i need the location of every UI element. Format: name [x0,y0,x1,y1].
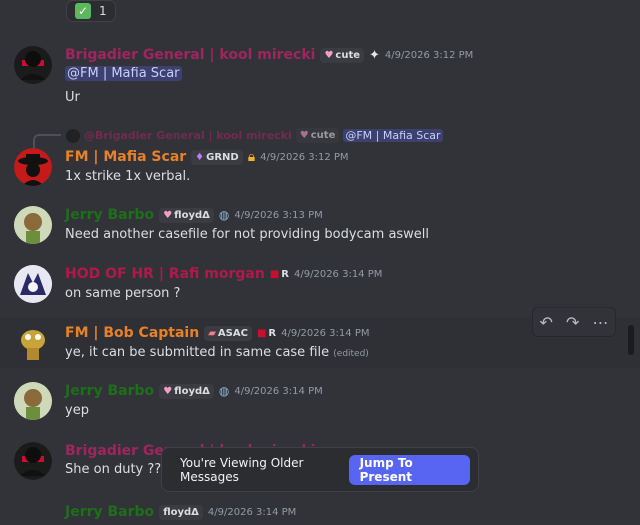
avatar[interactable] [14,324,52,362]
username[interactable]: FM | Mafia Scar [65,149,186,165]
message-header: HOD OF HR | Rafi morgan ■ R 4/9/2026 3:14… [65,266,382,282]
message-header: Jerry Barbo ♥ floydΔ ◍ 4/9/2026 3:14 PM [65,383,323,399]
username[interactable]: Jerry Barbo [65,504,154,520]
hr-badge[interactable]: ■ R [257,326,276,341]
username[interactable]: FM | Bob Captain [65,325,199,341]
pink-heart-icon: ♥ [163,209,173,221]
reply-avatar [66,128,80,143]
timestamp: 4/9/2026 3:12 PM [384,49,474,61]
hr-tag-icon: ■ [269,268,280,280]
message-toolbar: ↶ ↷ ⋯ [532,307,616,337]
message: Jerry Barbo floydΔ 4/9/2026 3:14 PM [0,504,640,525]
role-badge[interactable]: ♥ floydΔ [159,383,214,399]
more-icon[interactable]: ⋯ [592,313,608,332]
timestamp: 4/9/2026 3:14 PM [207,506,297,518]
lock-icon: 🔒︎ [247,149,256,165]
timestamp: 4/9/2026 3:14 PM [234,385,323,397]
message-content: She on duty ?? [65,462,162,477]
username[interactable]: Jerry Barbo [65,207,154,223]
message-header: Jerry Barbo floydΔ 4/9/2026 3:14 PM [65,504,296,520]
message-header: Jerry Barbo ♥ floydΔ ◍ 4/9/2026 3:13 PM [65,207,323,223]
timestamp: 4/9/2026 3:13 PM [234,209,323,221]
message-content: Need another casefile for not providing … [65,227,430,242]
message-content: yep [65,403,89,418]
timestamp: 4/9/2026 3:14 PM [281,327,370,339]
globe-icon: ◍ [218,208,230,222]
mention[interactable]: @FM | Mafia Scar [65,66,182,81]
timestamp: 4/9/2026 3:12 PM [260,151,349,163]
pink-heart-icon: ♥ [163,385,173,397]
role-badge[interactable]: ♥ cute [320,47,365,63]
message-header: Brigadier General | kool mirecki ♥ cute ✦… [65,47,473,63]
check-mark-icon: ✓ [75,3,91,19]
avatar[interactable] [14,148,52,186]
hr-tag-icon: ■ [256,327,267,339]
message-content: 1x strike 1x verbal. [65,169,191,184]
bandage-icon: ▰ [208,327,216,339]
reaction-row: ✓ 1 [66,0,116,22]
message: FM | Mafia Scar ♦ GRND 🔒︎ 4/9/2026 3:12 P… [0,142,640,192]
message-text: ye, it can be submitted in same case fil… [65,345,330,360]
forward-icon[interactable]: ↷ [566,313,579,332]
edited-label: (edited) [333,349,369,359]
reaction-count: 1 [99,4,107,18]
username[interactable]: Jerry Barbo [65,383,154,399]
avatar[interactable] [14,46,52,84]
reaction-check[interactable]: ✓ 1 [66,0,116,22]
avatar[interactable] [14,206,52,244]
globe-icon: ◍ [218,384,230,398]
message-content: on same person ? [65,286,181,301]
reply-icon[interactable]: ↶ [540,313,553,332]
avatar[interactable] [14,382,52,420]
reply-mention: @FM | Mafia Scar [343,129,443,142]
role-badge[interactable]: ▰ ASAC [204,325,252,341]
username[interactable]: Brigadier General | kool mirecki [65,47,315,63]
reply-badge: ♥ cute [295,128,340,143]
scrollbar[interactable] [628,325,634,355]
older-messages-bar: You're Viewing Older Messages Jump To Pr… [161,447,479,492]
reply-username: @Brigadier General | kool mirecki [84,129,292,142]
message: HOD OF HR | Rafi morgan ■ R 4/9/2026 3:14… [0,259,640,309]
pink-heart-icon: ♥ [324,49,334,61]
sparkle-icon: ✦ [369,47,380,63]
role-badge[interactable]: ♥ floydΔ [159,207,214,223]
message-content: @FM | Mafia Scar [65,66,182,81]
username[interactable]: HOD OF HR | Rafi morgan [65,266,265,282]
role-badge[interactable]: floydΔ [159,504,203,520]
reply-preview[interactable]: @Brigadier General | kool mirecki ♥ cute … [66,128,443,143]
message: Jerry Barbo ♥ floydΔ ◍ 4/9/2026 3:14 PM y… [0,376,640,426]
message-header: FM | Bob Captain ▰ ASAC ■ R 4/9/2026 3:14 … [65,325,369,341]
message-content: ye, it can be submitted in same case fil… [65,345,369,360]
message-content: Ur [65,90,80,105]
older-messages-text: You're Viewing Older Messages [180,455,304,484]
message: Brigadier General | kool mirecki ♥ cute ✦… [0,40,640,116]
avatar[interactable] [14,442,52,480]
role-badge[interactable]: ♦ GRND [191,149,243,165]
purple-flame-icon: ♦ [195,151,205,163]
role-badge[interactable]: ■ R [270,267,289,282]
pink-heart-icon: ♥ [299,130,309,141]
message: Jerry Barbo ♥ floydΔ ◍ 4/9/2026 3:13 PM N… [0,200,640,250]
jump-to-present-button[interactable]: Jump To Present [348,454,470,485]
avatar[interactable] [14,265,52,303]
message-header: FM | Mafia Scar ♦ GRND 🔒︎ 4/9/2026 3:12 P… [65,149,349,165]
timestamp: 4/9/2026 3:14 PM [294,268,383,280]
